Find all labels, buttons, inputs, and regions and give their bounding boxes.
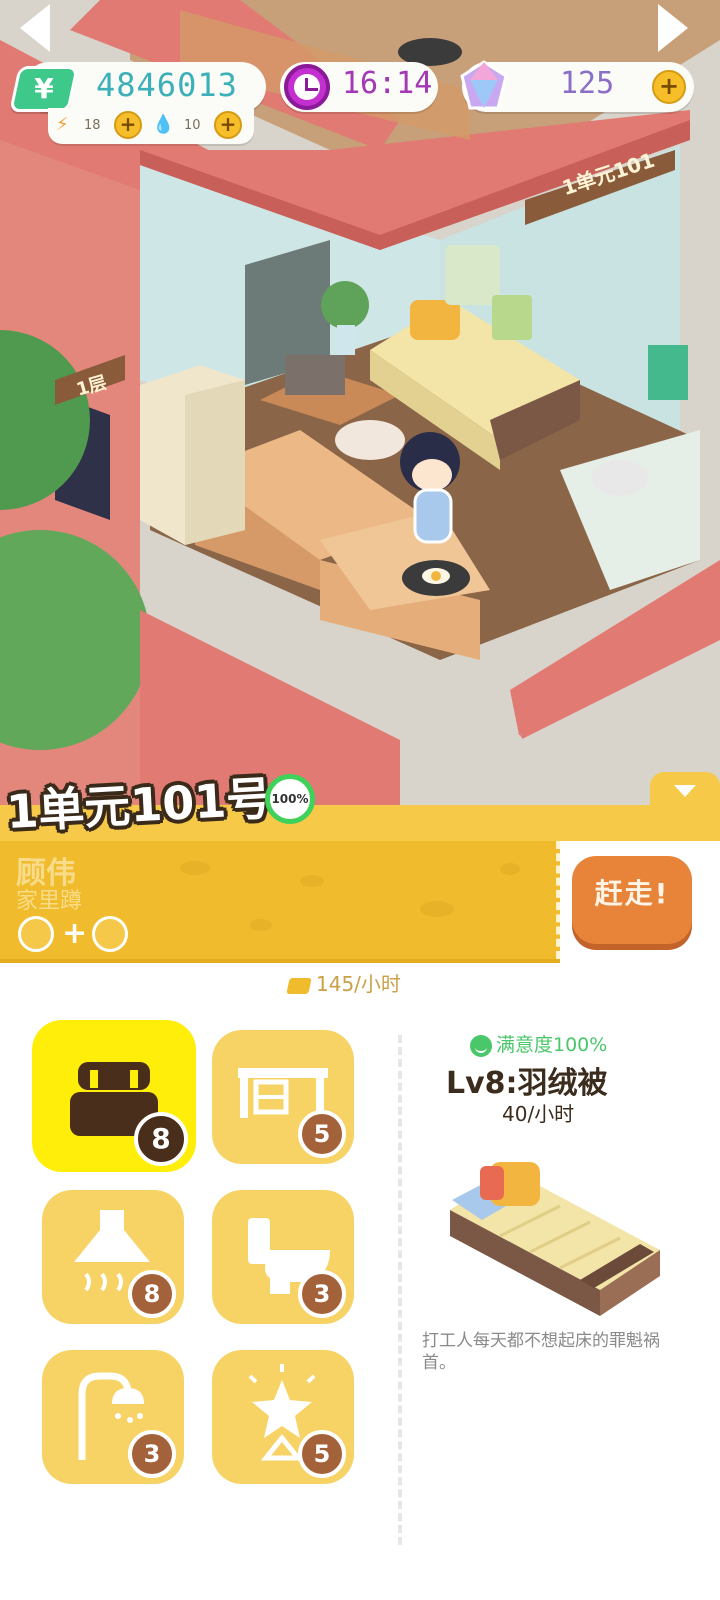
collapse-panel-button[interactable] — [650, 772, 720, 808]
furniture-tile-toilet[interactable]: 3 — [212, 1190, 354, 1324]
gem-value: 125 — [560, 66, 615, 101]
energy-value: 18 — [84, 118, 101, 133]
furniture-level-badge: 5 — [298, 1110, 346, 1158]
card-pattern-dot — [180, 861, 210, 875]
income-rate-value: 145/小时 — [316, 972, 401, 996]
box-requirement-icon — [18, 916, 54, 952]
money-symbol: ¥ — [34, 72, 54, 105]
furniture-tile-range-hood[interactable]: 8 — [42, 1190, 184, 1324]
panel-divider — [398, 1035, 402, 1545]
item-rate: 40/小时 — [502, 1102, 575, 1126]
next-room-arrow-icon[interactable] — [654, 0, 694, 56]
satisfaction-text: 满意度100% — [496, 1034, 608, 1056]
energy-icon: ⚡ — [56, 114, 69, 135]
water-drop-icon: 💧 — [152, 114, 175, 135]
card-pattern-dot — [420, 901, 454, 917]
furniture-tile-shower[interactable]: 3 — [42, 1350, 184, 1484]
unit-progress-ring: 100% — [265, 774, 315, 824]
item-name: Lv8:羽绒被 — [446, 1066, 608, 1101]
income-rate: 145/小时 — [286, 968, 401, 997]
furniture-tile-bed[interactable]: 8 — [32, 1020, 196, 1172]
furniture-level-badge: 8 — [128, 1270, 176, 1318]
resource-bar: ⚡ 18 + 💧 10 + — [48, 108, 254, 144]
furniture-tile-desk[interactable]: 5 — [212, 1030, 354, 1164]
gem-icon — [460, 60, 508, 110]
furniture-level-badge: 5 — [298, 1430, 346, 1478]
down-quilt-bed-image — [450, 1162, 660, 1316]
water-value: 10 — [184, 118, 201, 133]
satisfaction-label: 满意度100% — [470, 1030, 607, 1057]
furniture-level-badge: 3 — [298, 1270, 346, 1318]
card-pattern-dot — [250, 919, 272, 931]
money-value: 4846013 — [96, 66, 238, 104]
card-pattern-dot — [500, 863, 520, 875]
money-small-icon — [286, 977, 312, 994]
add-water-button[interactable]: + — [214, 111, 242, 139]
unit-title: 1单元101号 — [5, 771, 274, 840]
time-value: 16:14 — [342, 66, 433, 101]
furniture-level-badge: 3 — [128, 1430, 176, 1478]
add-gems-button[interactable]: + — [652, 70, 686, 104]
smiley-icon — [470, 1034, 492, 1057]
furniture-level-badge: 8 — [134, 1112, 188, 1166]
tenant-status: 家里蹲 — [16, 889, 83, 914]
clock-icon — [284, 64, 330, 110]
furniture-tile-decoration[interactable]: 5 — [212, 1350, 354, 1484]
unit-progress-text: 100% — [271, 792, 309, 806]
money-icon: ¥ — [9, 66, 79, 112]
evict-button[interactable]: 赶走! — [572, 856, 692, 944]
card-pattern-dot — [300, 875, 324, 887]
hospital-requirement-icon — [92, 916, 128, 952]
add-energy-button[interactable]: + — [114, 111, 142, 139]
requirement-plus: + — [62, 916, 88, 951]
item-description: 打工人每天都不想起床的罪魁祸首。 — [422, 1331, 660, 1373]
prev-room-arrow-icon[interactable] — [14, 0, 54, 56]
